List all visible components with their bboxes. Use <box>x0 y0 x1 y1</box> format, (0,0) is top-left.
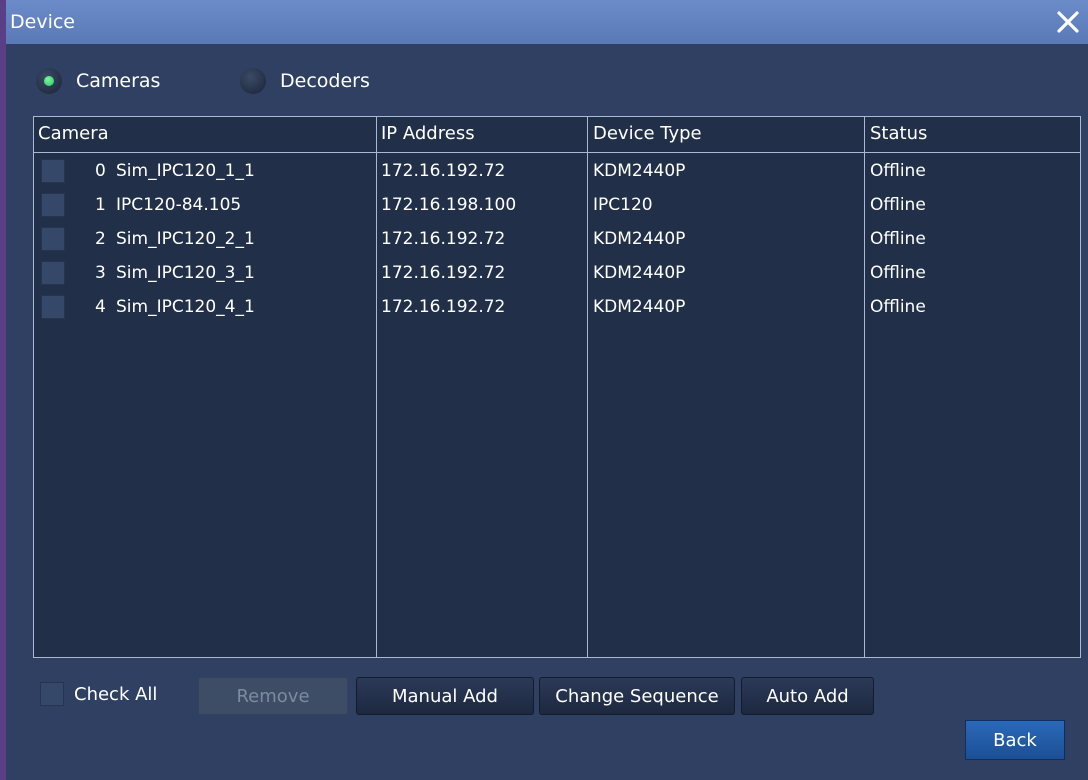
manual-add-button[interactable]: Manual Add <box>356 677 534 715</box>
radio-icon <box>36 68 62 94</box>
column-header-ip-address[interactable]: IP Address <box>381 123 475 144</box>
radio-icon <box>240 68 266 94</box>
column-header-status[interactable]: Status <box>870 123 927 144</box>
close-icon <box>1057 11 1079 33</box>
ip-address: 172.16.192.72 <box>381 161 506 181</box>
table-header: Camera IP Address Device Type Status <box>34 117 1080 153</box>
device-table: Camera IP Address Device Type Status 0 S… <box>33 116 1081 658</box>
table-row[interactable]: 0 Sim_IPC120_1_1 172.16.192.72 KDM2440P … <box>34 154 1080 188</box>
radio-decoders-label: Decoders <box>280 70 370 92</box>
row-index: 3 <box>95 263 106 283</box>
row-checkbox[interactable] <box>41 261 65 285</box>
device-dialog: Device Cameras Decoders Camera IP Addres… <box>0 0 1088 780</box>
title-bar: Device <box>6 0 1088 44</box>
table-row[interactable]: 2 Sim_IPC120_2_1 172.16.192.72 KDM2440P … <box>34 222 1080 256</box>
row-index: 4 <box>95 297 106 317</box>
close-button[interactable] <box>1054 8 1082 36</box>
radio-selected-dot <box>44 76 54 86</box>
status: Offline <box>870 263 926 283</box>
auto-add-button[interactable]: Auto Add <box>741 677 874 715</box>
device-type: KDM2440P <box>593 297 686 317</box>
table-row[interactable]: 3 Sim_IPC120_3_1 172.16.192.72 KDM2440P … <box>34 256 1080 290</box>
device-type: KDM2440P <box>593 161 686 181</box>
device-type: KDM2440P <box>593 229 686 249</box>
row-checkbox[interactable] <box>41 295 65 319</box>
camera-name: Sim_IPC120_3_1 <box>116 263 255 283</box>
change-sequence-button[interactable]: Change Sequence <box>539 677 735 715</box>
ip-address: 172.16.198.100 <box>381 195 517 215</box>
ip-address: 172.16.192.72 <box>381 297 506 317</box>
row-index: 2 <box>95 229 106 249</box>
device-type: IPC120 <box>593 195 653 215</box>
camera-name: Sim_IPC120_1_1 <box>116 161 255 181</box>
check-all-label: Check All <box>74 684 158 705</box>
window-title: Device <box>10 11 75 33</box>
row-checkbox[interactable] <box>41 227 65 251</box>
radio-cameras-label: Cameras <box>76 70 161 92</box>
back-button[interactable]: Back <box>965 720 1065 760</box>
status: Offline <box>870 195 926 215</box>
row-checkbox[interactable] <box>41 159 65 183</box>
remove-button[interactable]: Remove <box>198 677 348 715</box>
device-type: KDM2440P <box>593 263 686 283</box>
ip-address: 172.16.192.72 <box>381 263 506 283</box>
table-row[interactable]: 4 Sim_IPC120_4_1 172.16.192.72 KDM2440P … <box>34 290 1080 324</box>
row-checkbox[interactable] <box>41 193 65 217</box>
bottom-toolbar: Check All Remove Manual Add Change Seque… <box>6 672 1088 722</box>
row-index: 0 <box>95 161 106 181</box>
camera-name: Sim_IPC120_4_1 <box>116 297 255 317</box>
camera-name: Sim_IPC120_2_1 <box>116 229 255 249</box>
radio-decoders[interactable]: Decoders <box>240 66 370 96</box>
table-row[interactable]: 1 IPC120-84.105 172.16.198.100 IPC120 Of… <box>34 188 1080 222</box>
status: Offline <box>870 229 926 249</box>
check-all-checkbox[interactable] <box>40 682 64 706</box>
ip-address: 172.16.192.72 <box>381 229 506 249</box>
radio-cameras[interactable]: Cameras <box>36 66 160 96</box>
status: Offline <box>870 161 926 181</box>
column-header-device-type[interactable]: Device Type <box>593 123 702 144</box>
camera-name: IPC120-84.105 <box>116 195 242 215</box>
row-index: 1 <box>95 195 106 215</box>
status: Offline <box>870 297 926 317</box>
column-header-camera[interactable]: Camera <box>38 123 109 144</box>
